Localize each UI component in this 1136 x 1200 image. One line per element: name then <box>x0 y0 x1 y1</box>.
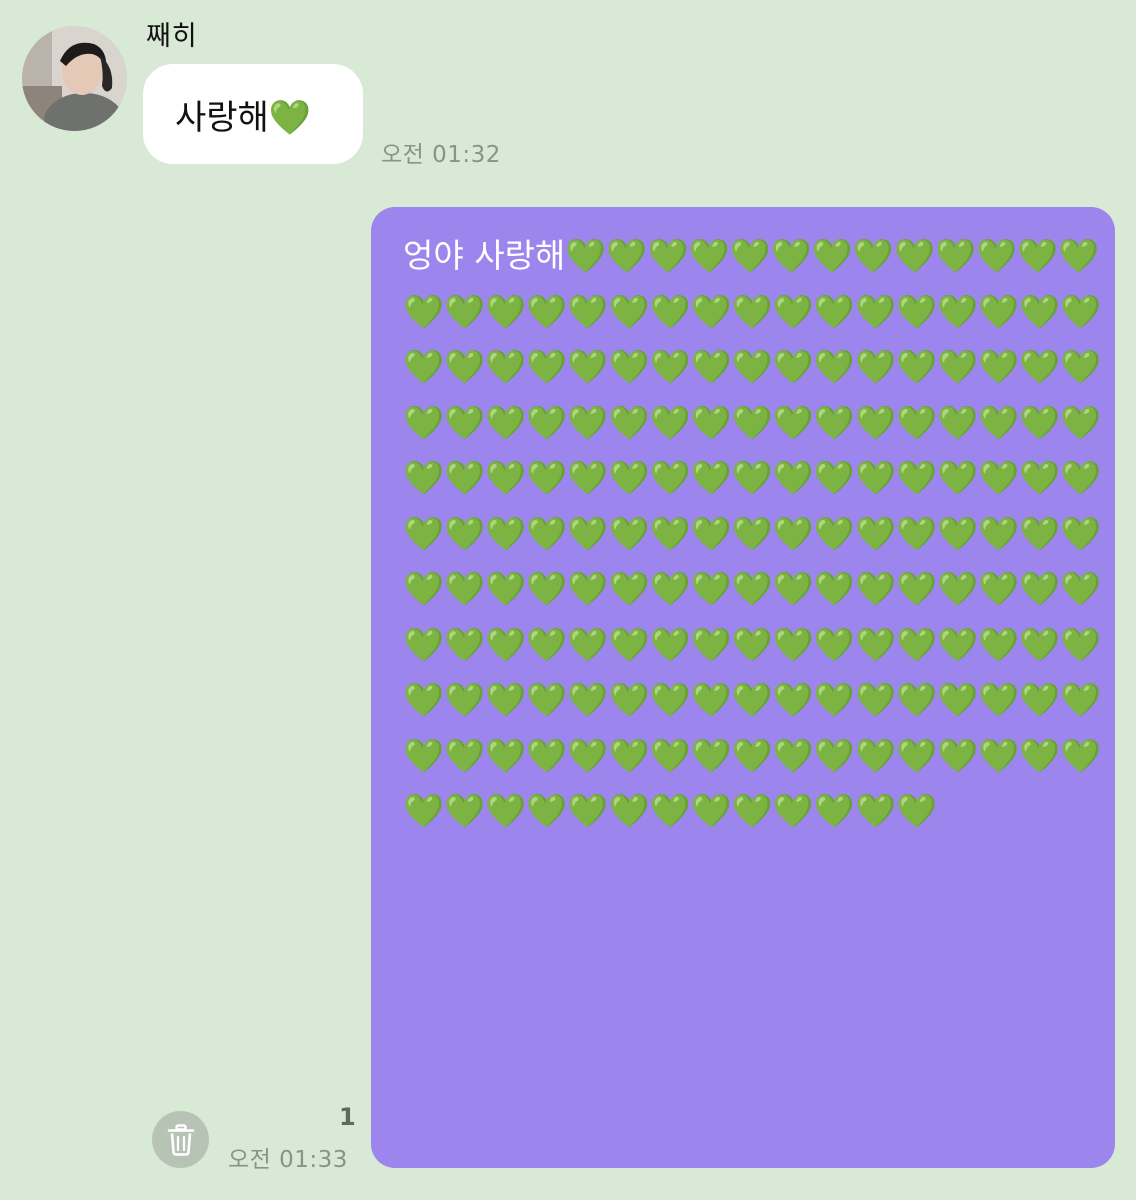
trash-icon <box>167 1123 194 1156</box>
received-message-time: 오전 01:32 <box>381 142 501 168</box>
received-message-bubble[interactable]: 사랑해💚 <box>143 64 363 164</box>
delete-message-button[interactable] <box>152 1111 209 1168</box>
sender-avatar[interactable] <box>22 26 127 131</box>
sender-name: 째히 <box>146 21 198 52</box>
received-message-text: 사랑해💚 <box>175 97 312 138</box>
unread-count-badge: 1 <box>339 1103 356 1131</box>
profile-photo-icon <box>22 26 127 131</box>
sent-message-time: 오전 01:33 <box>228 1147 348 1173</box>
sent-message-text: 엉야 사랑해💚💚💚💚💚💚💚💚💚💚💚💚💚💚💚💚💚💚💚💚💚💚💚💚💚💚💚💚💚💚💚💚💚💚… <box>403 236 1102 830</box>
sent-message-bubble[interactable]: 엉야 사랑해💚💚💚💚💚💚💚💚💚💚💚💚💚💚💚💚💚💚💚💚💚💚💚💚💚💚💚💚💚💚💚💚💚💚… <box>371 207 1115 1168</box>
